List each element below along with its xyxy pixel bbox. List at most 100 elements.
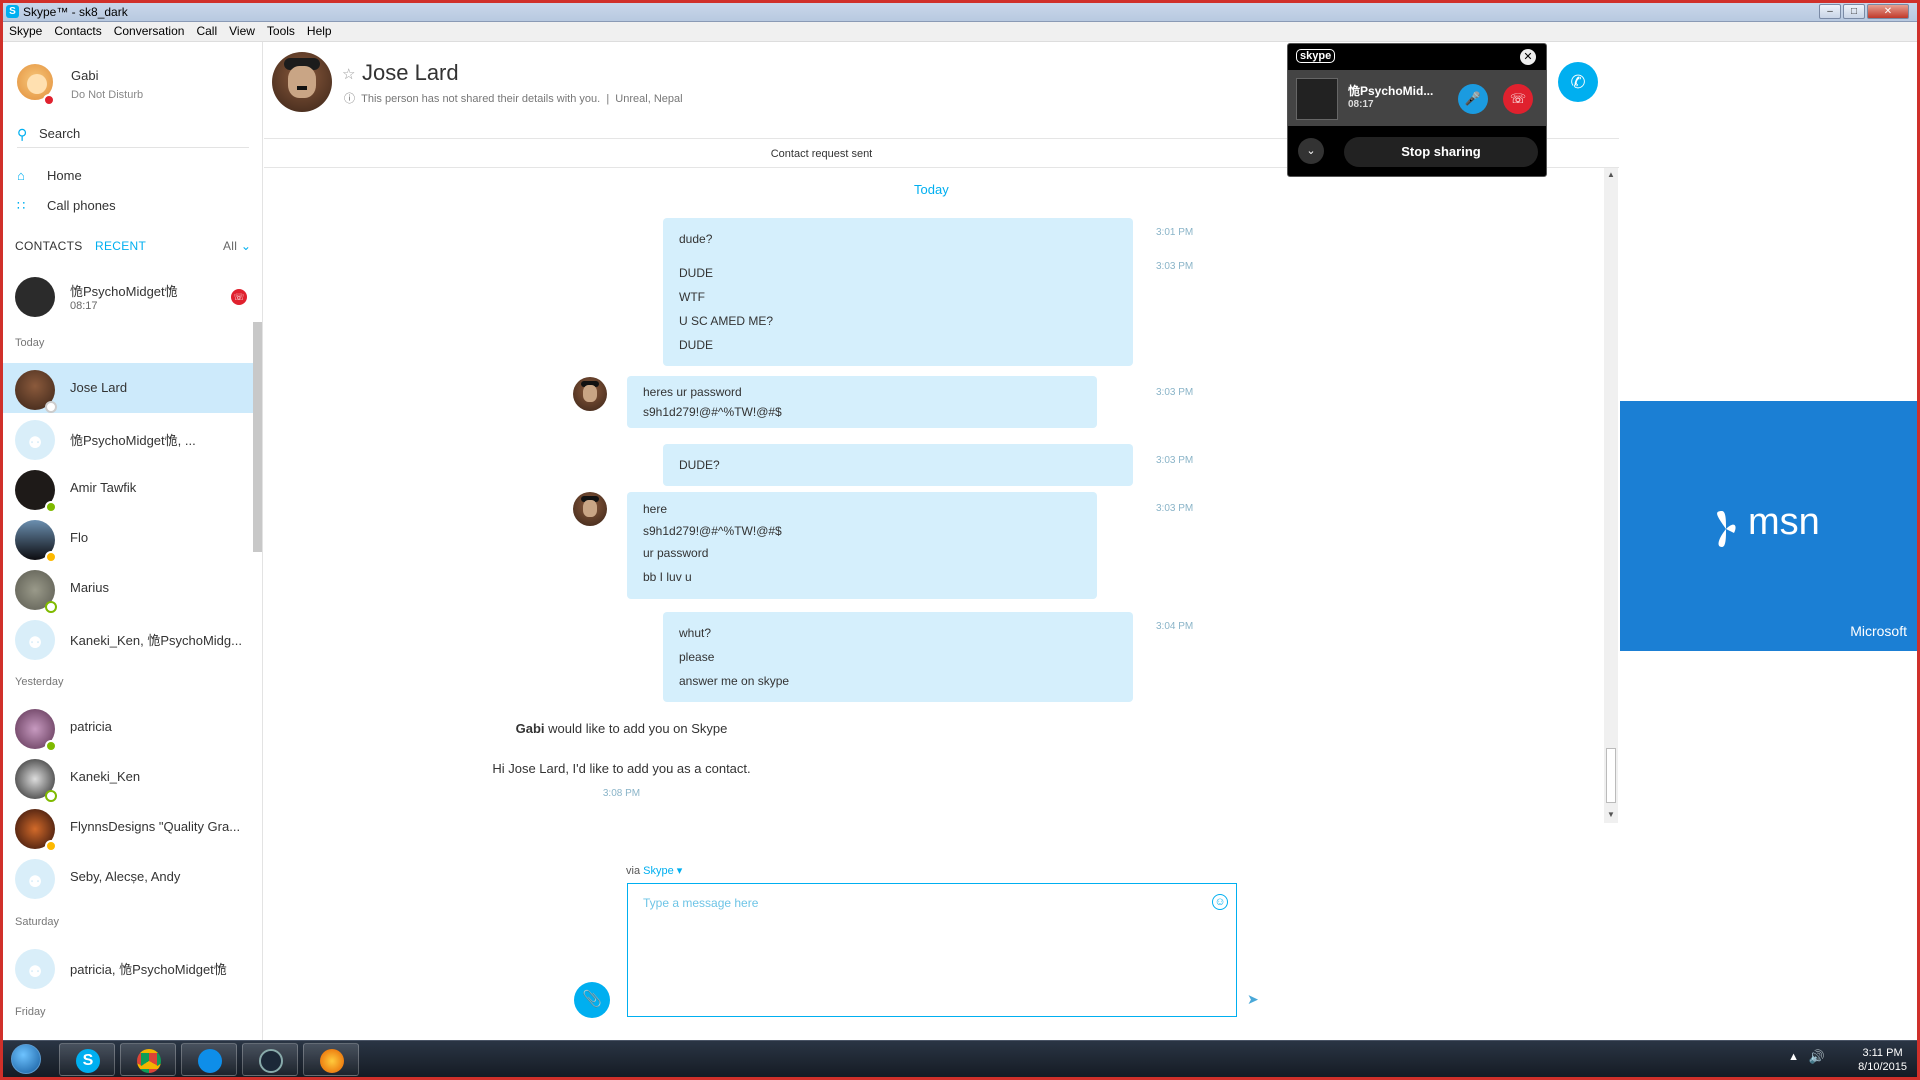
scroll-up-icon[interactable]: ▲ bbox=[1607, 170, 1615, 179]
system-clock[interactable]: 3:11 PM 8/10/2015 bbox=[1858, 1046, 1907, 1074]
emoticon-icon[interactable]: ☺ bbox=[1212, 894, 1228, 910]
close-window-button[interactable]: ✕ bbox=[1867, 4, 1909, 19]
contact-item[interactable]: Amir Tawfik bbox=[3, 463, 255, 513]
window-titlebar: S Skype™ - sk8_dark – □ ✕ bbox=[0, 0, 1920, 22]
msn-ad[interactable]: msn Microsoft bbox=[1620, 401, 1917, 651]
phone-icon: ✆ bbox=[1570, 72, 1586, 92]
tray-expand-icon[interactable]: ▲ bbox=[1788, 1051, 1799, 1063]
msn-butterfly-icon bbox=[1717, 511, 1736, 547]
stop-sharing-button[interactable]: Stop sharing bbox=[1344, 137, 1538, 167]
profile-name[interactable]: Gabi bbox=[71, 68, 98, 83]
skype-app-icon: S bbox=[6, 5, 19, 18]
window-border-left bbox=[0, 0, 3, 1080]
close-overlay-button[interactable]: ✕ bbox=[1520, 49, 1536, 65]
hang-up-button[interactable]: ☏ bbox=[1503, 84, 1533, 114]
menu-help[interactable]: Help bbox=[301, 22, 338, 40]
message-bubble[interactable]: whut? please answer me on skype bbox=[663, 612, 1133, 702]
contact-name: Flo bbox=[70, 530, 89, 545]
windows-orb-icon bbox=[11, 1044, 41, 1074]
profile-status[interactable]: Do Not Disturb bbox=[71, 89, 143, 101]
taskbar-steam[interactable] bbox=[242, 1043, 298, 1076]
scroll-down-icon[interactable]: ▼ bbox=[1607, 810, 1615, 819]
group-icon: ⚉ bbox=[27, 874, 43, 891]
nav-home[interactable]: ⌂ Home bbox=[17, 168, 82, 188]
taskbar-chrome[interactable] bbox=[120, 1043, 176, 1076]
filter-dropdown[interactable]: All ⌄ bbox=[223, 239, 251, 253]
attach-button[interactable]: 📎 bbox=[574, 982, 610, 1018]
skype-logo: skype bbox=[1296, 49, 1336, 63]
caller-name: 恑PsychoMid... bbox=[1348, 84, 1434, 98]
home-icon: ⌂ bbox=[17, 168, 25, 183]
chrome-icon bbox=[137, 1049, 161, 1073]
call-duration: 08:17 bbox=[70, 300, 98, 312]
call-timer: 08:17 bbox=[1348, 99, 1374, 110]
menu-view[interactable]: View bbox=[223, 22, 261, 40]
contact-name: Seby, Alecșe, Andy bbox=[70, 869, 181, 884]
end-call-icon[interactable]: ☏ bbox=[231, 289, 247, 305]
sidebar-scrollbar[interactable] bbox=[253, 322, 262, 552]
minimize-button[interactable]: – bbox=[1819, 4, 1841, 19]
tab-contacts[interactable]: CONTACTS bbox=[15, 239, 83, 253]
contact-name: 恑PsychoMidget恑 bbox=[70, 284, 178, 299]
taskbar: S ▲ 🔊 3:11 PM 8/10/2015 bbox=[3, 1040, 1917, 1077]
menu-call[interactable]: Call bbox=[190, 22, 223, 40]
message-input[interactable]: Type a message here ☺ bbox=[627, 883, 1237, 1017]
volume-icon[interactable]: 🔊 bbox=[1809, 1049, 1825, 1065]
contact-item[interactable]: Marius bbox=[3, 563, 255, 613]
message-bubble[interactable]: DUDE? bbox=[663, 444, 1133, 486]
tab-recent[interactable]: RECENT bbox=[95, 239, 146, 253]
mute-button[interactable]: 🎤 bbox=[1458, 84, 1488, 114]
menu-tools[interactable]: Tools bbox=[261, 22, 301, 40]
contact-name: Amir Tawfik bbox=[70, 480, 137, 495]
microsoft-label: Microsoft bbox=[1850, 623, 1907, 639]
contact-item[interactable]: ⚉ patricia, 恑PsychoMidget恑 bbox=[3, 942, 255, 992]
message-line: bb I luv u bbox=[643, 570, 692, 584]
via-selector[interactable]: via Skype ▾ bbox=[626, 864, 682, 877]
message-placeholder: Type a message here bbox=[643, 896, 759, 910]
contact-item[interactable]: ⚉ Kaneki_Ken, 恑PsychoMidg... bbox=[3, 613, 255, 663]
message-line: DUDE bbox=[679, 338, 714, 352]
message-line: whut? bbox=[679, 626, 712, 640]
taskbar-skype[interactable]: S bbox=[59, 1043, 115, 1076]
sender-avatar[interactable] bbox=[573, 377, 607, 411]
menu-skype[interactable]: Skype bbox=[3, 22, 48, 40]
search-bar[interactable]: ⚲ Search bbox=[17, 124, 249, 148]
message-line: heres ur password bbox=[643, 385, 742, 399]
message-bubble[interactable]: DUDE WTF U SC AMED ME? DUDE bbox=[663, 252, 1133, 366]
call-button[interactable]: ✆ bbox=[1558, 62, 1598, 102]
maximize-button[interactable]: □ bbox=[1843, 4, 1865, 19]
offline-status-icon bbox=[45, 601, 57, 613]
message-line: dude? bbox=[679, 232, 713, 246]
chat-scrollbar[interactable]: ▲ ▼ bbox=[1604, 168, 1618, 823]
caller-avatar bbox=[1296, 78, 1338, 120]
add-request-text: would like to add you on Skype bbox=[544, 721, 728, 736]
active-call-row[interactable]: 恑PsychoMidget恑 08:17 ☏ bbox=[3, 270, 255, 320]
message-line: s9h1d279!@#^%TW!@#$ bbox=[643, 524, 782, 538]
menu-contacts[interactable]: Contacts bbox=[48, 22, 107, 40]
group-avatar: ⚉ bbox=[15, 420, 55, 460]
contact-item[interactable]: Jose Lard bbox=[3, 363, 255, 413]
message-bubble[interactable]: here s9h1d279!@#^%TW!@#$ ur password bb … bbox=[627, 492, 1097, 599]
section-yesterday: Yesterday bbox=[15, 676, 64, 688]
clock-time: 3:11 PM bbox=[1862, 1047, 1903, 1059]
away-status-icon bbox=[45, 840, 57, 852]
scroll-thumb[interactable] bbox=[1606, 748, 1616, 803]
conversation-pane: ☆ Jose Lard ⓘ This person has not shared… bbox=[264, 42, 1619, 1040]
sender-avatar[interactable] bbox=[573, 492, 607, 526]
search-label: Search bbox=[39, 126, 81, 141]
message-bubble[interactable]: heres ur password s9h1d279!@#^%TW!@#$ bbox=[627, 376, 1097, 428]
taskbar-firefox[interactable] bbox=[303, 1043, 359, 1076]
start-button[interactable] bbox=[7, 1041, 47, 1078]
taskbar-teamviewer[interactable] bbox=[181, 1043, 237, 1076]
contact-item[interactable]: ⚉ Seby, Alecșe, Andy bbox=[3, 852, 255, 902]
contact-item[interactable]: FlynnsDesigns "Quality Gra... bbox=[3, 802, 255, 852]
send-icon[interactable]: ➤ bbox=[1247, 991, 1259, 1008]
add-request-message: Hi Jose Lard, I'd like to add you as a c… bbox=[492, 761, 751, 776]
favorite-star-icon[interactable]: ☆ bbox=[342, 65, 355, 83]
contact-item[interactable]: Flo bbox=[3, 513, 255, 563]
contact-item[interactable]: ⚉ 恑PsychoMidget恑, ... bbox=[3, 413, 255, 463]
expand-button[interactable]: ⌄ bbox=[1298, 138, 1324, 164]
menu-conversation[interactable]: Conversation bbox=[108, 22, 191, 40]
conversation-avatar[interactable] bbox=[272, 52, 332, 112]
nav-call-phones[interactable]: ∷ Call phones bbox=[17, 198, 116, 218]
